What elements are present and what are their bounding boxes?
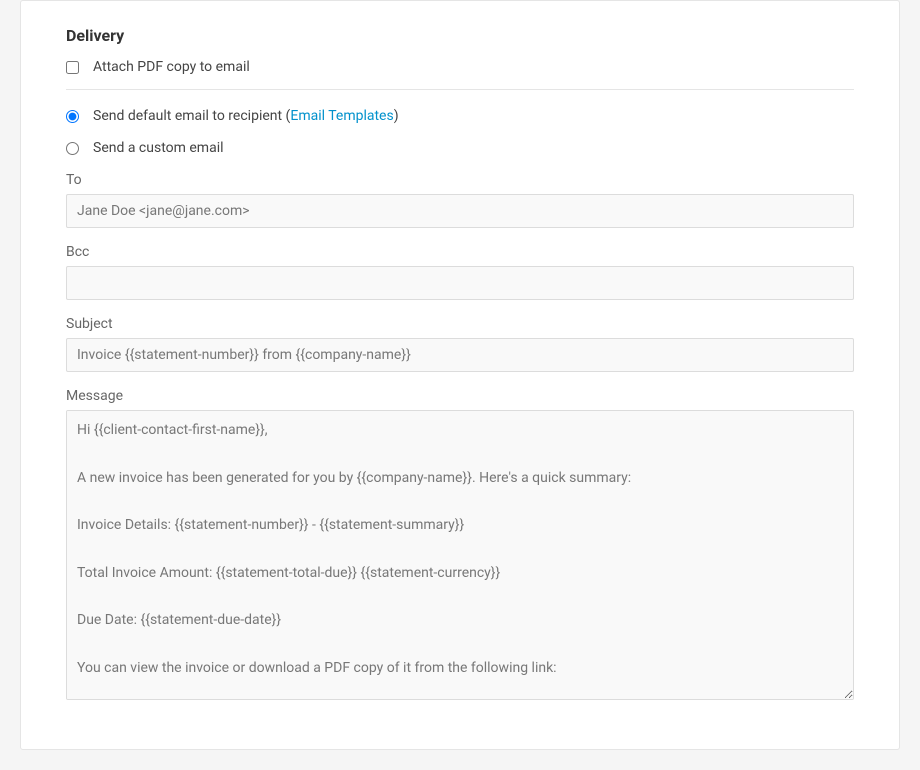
delivery-card: Delivery Attach PDF copy to email Send d… — [20, 0, 900, 750]
email-custom-label[interactable]: Send a custom email — [93, 140, 224, 156]
email-templates-link[interactable]: Email Templates — [290, 108, 393, 124]
divider — [66, 89, 854, 90]
subject-input[interactable] — [66, 338, 854, 372]
message-label: Message — [66, 388, 854, 404]
message-field-group: Message — [66, 388, 854, 704]
bcc-input[interactable] — [66, 266, 854, 300]
bcc-field-group: Bcc — [66, 244, 854, 300]
bcc-label: Bcc — [66, 244, 854, 260]
email-custom-row: Send a custom email — [66, 140, 854, 156]
message-textarea[interactable] — [66, 410, 854, 700]
subject-field-group: Subject — [66, 316, 854, 372]
email-default-pre: Send default email to recipient ( — [93, 108, 290, 124]
email-default-row: Send default email to recipient (Email T… — [66, 108, 854, 124]
email-custom-radio[interactable] — [66, 142, 79, 155]
section-title: Delivery — [66, 26, 854, 45]
attach-pdf-checkbox[interactable] — [66, 61, 79, 74]
email-default-label[interactable]: Send default email to recipient (Email T… — [93, 108, 399, 124]
to-input[interactable] — [66, 194, 854, 228]
to-label: To — [66, 172, 854, 188]
to-field-group: To — [66, 172, 854, 228]
email-default-post: ) — [394, 108, 399, 124]
attach-pdf-row: Attach PDF copy to email — [66, 59, 854, 75]
email-default-radio[interactable] — [66, 110, 79, 123]
attach-pdf-label[interactable]: Attach PDF copy to email — [93, 59, 250, 75]
subject-label: Subject — [66, 316, 854, 332]
